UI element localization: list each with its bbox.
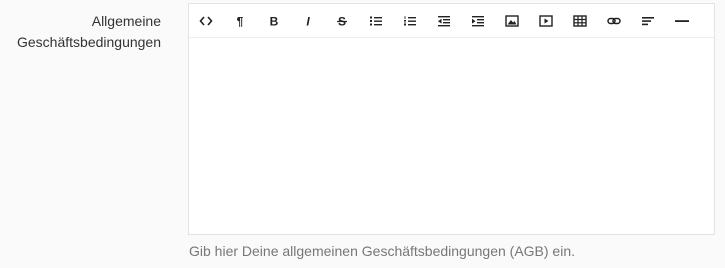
field-label-line-2: Geschäftsbedingungen [17, 34, 161, 50]
ordered-list-button[interactable] [397, 8, 423, 34]
bold-button[interactable]: B [261, 8, 287, 34]
italic-icon: I [306, 15, 310, 29]
align-button[interactable] [635, 8, 661, 34]
italic-button[interactable]: I [295, 8, 321, 34]
horizontal-rule-button[interactable] [669, 8, 695, 34]
table-icon [573, 15, 587, 27]
field-label: Allgemeine Geschäftsbedingungen [0, 11, 161, 53]
code-view-button[interactable] [193, 8, 219, 34]
link-icon [607, 17, 621, 25]
insert-image-button[interactable] [499, 8, 525, 34]
ordered-list-icon [404, 16, 416, 26]
horizontal-rule-icon [675, 20, 689, 22]
rich-text-editor: ¶ B I S [188, 3, 715, 235]
paragraph-icon: ¶ [237, 15, 244, 29]
indent-button[interactable] [465, 8, 491, 34]
code-view-icon [199, 16, 213, 26]
editor-content-area[interactable] [189, 38, 714, 234]
insert-table-button[interactable] [567, 8, 593, 34]
strikethrough-icon: S [337, 15, 347, 28]
strikethrough-button[interactable]: S [329, 8, 355, 34]
indent-icon [472, 16, 484, 27]
svg-text:I: I [306, 15, 310, 29]
unordered-list-icon [370, 16, 382, 26]
outdent-icon [438, 16, 450, 27]
paragraph-button[interactable]: ¶ [227, 8, 253, 34]
unordered-list-button[interactable] [363, 8, 389, 34]
image-icon [505, 15, 519, 27]
help-text: Gib hier Deine allgemeinen Geschäftsbedi… [189, 243, 576, 259]
svg-text:B: B [270, 15, 279, 29]
align-icon [642, 17, 654, 26]
insert-video-button[interactable] [533, 8, 559, 34]
insert-link-button[interactable] [601, 8, 627, 34]
svg-text:¶: ¶ [237, 15, 244, 29]
outdent-button[interactable] [431, 8, 457, 34]
field-label-line-1: Allgemeine [91, 13, 161, 29]
editor-toolbar: ¶ B I S [189, 4, 714, 38]
video-icon [539, 15, 553, 27]
bold-icon: B [270, 15, 279, 29]
